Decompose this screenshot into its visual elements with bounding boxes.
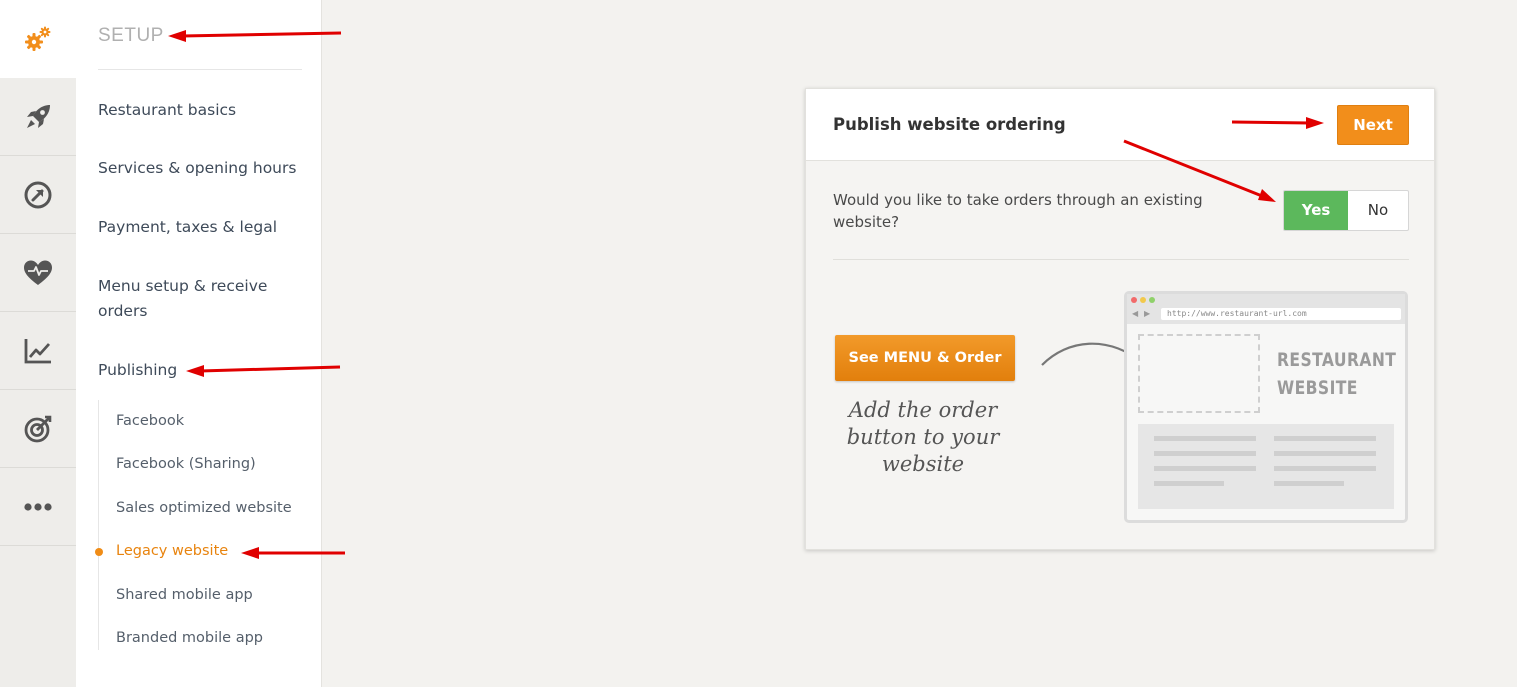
setup-sidebar: SETUP Restaurant basics Services & openi…: [76, 0, 322, 687]
sidebar-item-restaurant-basics[interactable]: Restaurant basics: [98, 98, 298, 123]
illustration-caption: Add the order button to your website: [846, 398, 1000, 476]
sidebar-title: SETUP: [98, 25, 164, 46]
website-title-line2: WEBSITE: [1277, 377, 1358, 399]
card-title: Publish website ordering: [833, 115, 1066, 134]
maximize-dot-icon: [1149, 297, 1155, 303]
text-placeholder-block: [1138, 424, 1394, 509]
more-dots-icon: [23, 502, 53, 512]
active-indicator-dot: [95, 548, 103, 556]
rail-more[interactable]: [0, 468, 76, 546]
analytics-chart-icon: [23, 337, 53, 365]
website-mockup-illustration: ◀ ▶ http://www.restaurant-url.com RESTAU…: [1124, 291, 1408, 523]
rail-analytics[interactable]: [0, 312, 76, 390]
close-dot-icon: [1131, 297, 1137, 303]
rail-setup[interactable]: [0, 0, 76, 78]
sidebar-item-publishing[interactable]: Publishing: [98, 358, 298, 383]
setup-gears-icon: [22, 23, 54, 55]
sidebar-item-services-hours[interactable]: Services & opening hours: [98, 156, 298, 181]
rail-growth[interactable]: [0, 156, 76, 234]
next-button[interactable]: Next: [1337, 105, 1409, 145]
sample-order-button-illustration: See MENU & Order: [835, 335, 1015, 381]
rocket-icon: [23, 102, 53, 132]
sub-item-sales-website[interactable]: Sales optimized website: [116, 498, 292, 518]
yes-button[interactable]: Yes: [1284, 191, 1348, 230]
rail-marketing[interactable]: [0, 390, 76, 468]
minimize-dot-icon: [1140, 297, 1146, 303]
card-header: Publish website ordering Next: [806, 89, 1434, 161]
website-title: RESTAURANT WEBSITE: [1277, 346, 1397, 402]
rail-launch[interactable]: [0, 78, 76, 156]
sub-item-facebook-sharing[interactable]: Facebook (Sharing): [116, 454, 256, 474]
target-icon: [23, 414, 53, 444]
website-title-line1: RESTAURANT: [1277, 349, 1397, 371]
sub-item-legacy-website[interactable]: Legacy website: [116, 541, 228, 561]
icon-rail: [0, 0, 76, 687]
forward-arrow-icon: ▶: [1144, 309, 1151, 318]
yes-no-toggle: Yes No: [1283, 190, 1409, 231]
sidebar-item-menu-setup[interactable]: Menu setup & receive orders: [98, 274, 288, 324]
sub-item-branded-mobile-app[interactable]: Branded mobile app: [116, 628, 263, 648]
no-button[interactable]: No: [1348, 191, 1408, 230]
health-heart-icon: [23, 259, 53, 287]
back-arrow-icon: ◀: [1132, 309, 1139, 318]
publish-ordering-card: Publish website ordering Next Would you …: [805, 88, 1435, 550]
divider: [98, 69, 302, 70]
button-placeholder: [1138, 334, 1260, 413]
growth-arrow-icon: [23, 180, 53, 210]
sidebar-item-payment-taxes[interactable]: Payment, taxes & legal: [98, 215, 298, 240]
sub-nav-line: [98, 400, 99, 650]
existing-website-question: Would you like to take orders through an…: [833, 191, 1203, 231]
sub-item-shared-mobile-app[interactable]: Shared mobile app: [116, 585, 253, 605]
url-bar: http://www.restaurant-url.com: [1161, 308, 1401, 320]
rail-health[interactable]: [0, 234, 76, 312]
divider: [833, 259, 1409, 260]
sub-item-facebook[interactable]: Facebook: [116, 411, 184, 431]
browser-bar: ◀ ▶ http://www.restaurant-url.com: [1127, 294, 1405, 324]
